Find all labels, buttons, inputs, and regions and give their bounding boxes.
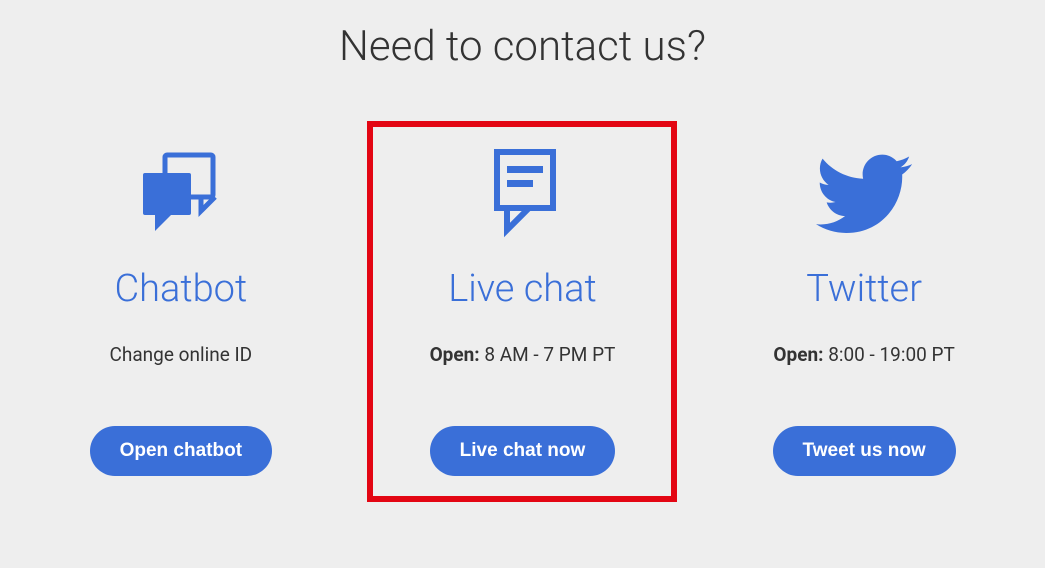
live-chat-now-button[interactable]: Live chat now	[430, 426, 616, 476]
card-livechat-info: Open: 8 AM - 7 PM PT	[430, 343, 616, 366]
twitter-bird-icon	[816, 139, 912, 249]
card-livechat: Live chat Open: 8 AM - 7 PM PT Live chat…	[367, 121, 677, 502]
card-twitter-info-value: 8:00 - 19:00 PT	[828, 343, 955, 366]
card-twitter-title: Twitter	[806, 267, 922, 311]
card-chatbot: Chatbot Change online ID Open chatbot	[26, 121, 336, 502]
card-chatbot-info: Change online ID	[110, 343, 253, 366]
speech-page-icon	[477, 139, 567, 249]
card-twitter-info-prefix: Open:	[773, 343, 823, 366]
tweet-us-now-button[interactable]: Tweet us now	[773, 426, 956, 476]
open-chatbot-button[interactable]: Open chatbot	[90, 426, 272, 476]
card-livechat-info-prefix: Open:	[430, 343, 480, 366]
card-livechat-info-value: 8 AM - 7 PM PT	[484, 343, 615, 366]
card-twitter: Twitter Open: 8:00 - 19:00 PT Tweet us n…	[709, 121, 1019, 502]
card-chatbot-info-value: Change online ID	[110, 343, 253, 366]
contact-cards-row: Chatbot Change online ID Open chatbot Li…	[0, 121, 1045, 502]
card-twitter-info: Open: 8:00 - 19:00 PT	[773, 343, 954, 366]
card-livechat-title: Live chat	[448, 267, 597, 311]
chat-bubbles-icon	[131, 139, 231, 249]
page-title: Need to contact us?	[0, 0, 1045, 121]
card-chatbot-title: Chatbot	[114, 267, 247, 311]
